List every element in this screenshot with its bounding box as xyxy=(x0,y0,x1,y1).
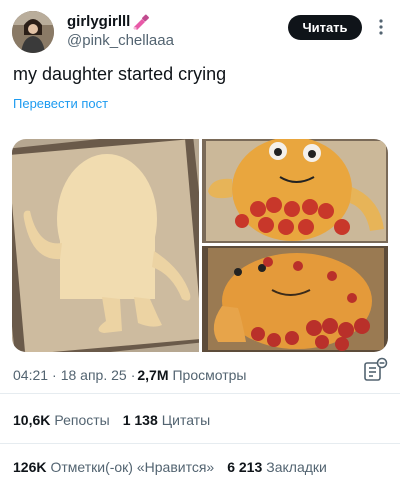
tweet-meta: 04:21 · 18 апр. 25 · 2,7M Просмотры xyxy=(13,367,246,383)
follow-button[interactable]: Читать xyxy=(288,15,362,40)
name-row: girlygirlll xyxy=(67,13,150,30)
tweet-text: my daughter started crying xyxy=(13,64,227,84)
likes-label[interactable]: Отметки(-ок) «Нравится» xyxy=(50,459,214,475)
bookmarks-label[interactable]: Закладки xyxy=(266,459,327,475)
views-label: Просмотры xyxy=(172,367,247,383)
display-name[interactable]: girlygirlll xyxy=(67,13,130,30)
quotes-label[interactable]: Цитаты xyxy=(162,412,210,428)
analytics-icon[interactable] xyxy=(362,357,388,383)
post-time[interactable]: 04:21 xyxy=(13,367,48,383)
nail-polish-emoji-icon xyxy=(133,14,150,30)
more-vertical-icon[interactable] xyxy=(374,18,388,36)
pizza-top-photo[interactable] xyxy=(202,139,388,243)
likes-count[interactable]: 126K xyxy=(13,459,46,475)
like-stats: 126K Отметки(-ок) «Нравится» 6 213 Закла… xyxy=(13,459,340,475)
divider xyxy=(0,393,400,394)
reposts-count[interactable]: 10,6K xyxy=(13,412,50,428)
avatar-image xyxy=(12,11,54,53)
meta-separator: · xyxy=(52,367,57,383)
views-count: 2,7M xyxy=(137,367,169,383)
dough-photo[interactable] xyxy=(12,139,199,352)
translate-link[interactable]: Перевести пост xyxy=(13,96,108,111)
post-date[interactable]: 18 апр. 25 xyxy=(61,367,127,383)
pizza-bottom-photo[interactable] xyxy=(202,246,388,352)
bookmarks-count[interactable]: 6 213 xyxy=(227,459,262,475)
meta-separator-2: · xyxy=(130,367,136,383)
avatar[interactable] xyxy=(12,11,54,53)
quotes-count[interactable]: 1 138 xyxy=(123,412,158,428)
user-handle[interactable]: @pink_chellaaa xyxy=(67,32,174,49)
reposts-label[interactable]: Репосты xyxy=(54,412,109,428)
repost-stats: 10,6K Репосты 1 138 Цитаты xyxy=(13,412,223,428)
divider xyxy=(0,443,400,444)
tweet-header: girlygirlll @pink_chellaaa Читать xyxy=(0,0,400,60)
media-grid xyxy=(12,139,388,352)
